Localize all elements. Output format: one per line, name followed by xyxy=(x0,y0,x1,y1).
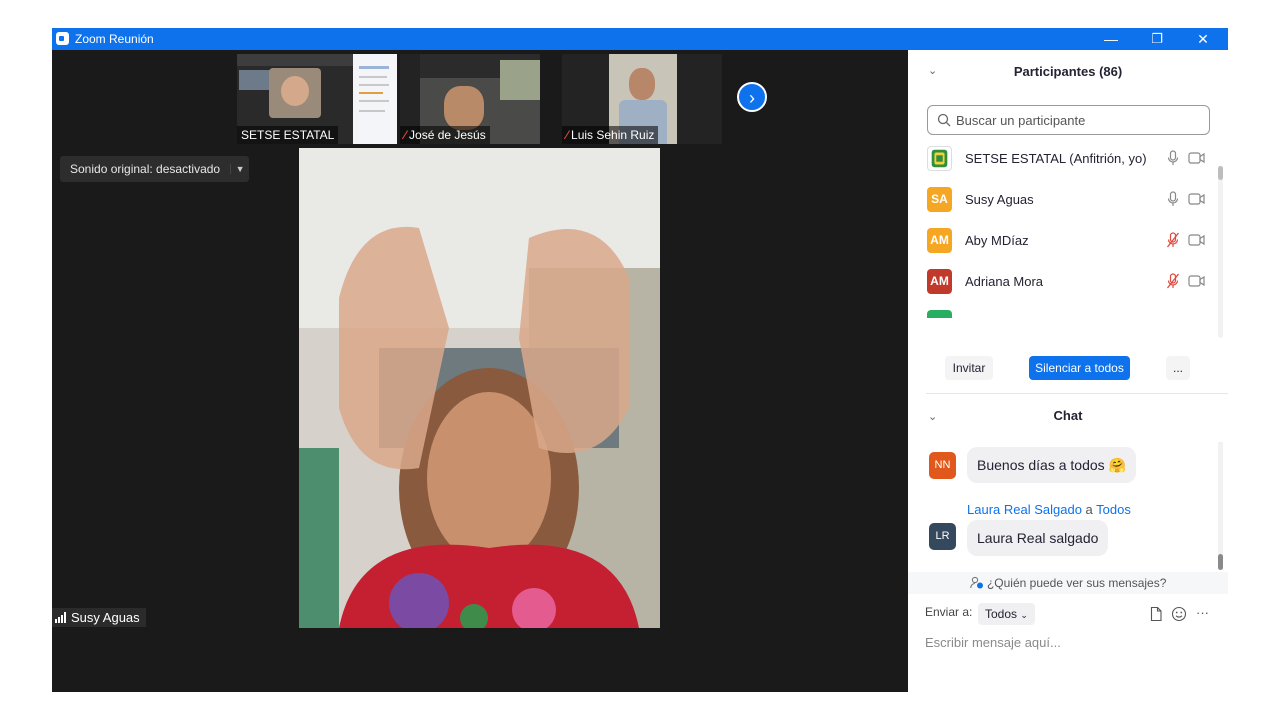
original-sound-toggle[interactable]: Sonido original: desactivado ▼ xyxy=(60,156,250,182)
side-panel: ⌄ Participantes (86) Buscar un participa… xyxy=(908,50,1228,692)
video-camera-icon[interactable] xyxy=(1188,234,1205,246)
chat-avatar: NN xyxy=(929,452,956,479)
thumbnail-name-text: José de Jesús xyxy=(409,128,486,142)
muted-mic-icon: ⁄ xyxy=(566,128,569,142)
participant-name: SETSE ESTATAL (Anfitrión, yo) xyxy=(965,151,1147,166)
participant-list: SETSE ESTATAL (Anfitrión, yo) SA Susy Ag… xyxy=(908,138,1218,318)
chat-avatar: LR xyxy=(929,523,956,550)
message-visibility-bar[interactable]: ¿Quién puede ver sus mensajes? xyxy=(908,572,1228,594)
video-camera-icon[interactable] xyxy=(1188,193,1205,205)
active-speaker-label: Susy Aguas xyxy=(52,608,146,627)
scrollbar-thumb[interactable] xyxy=(1218,554,1223,570)
participant-thumbnail[interactable]: ⁄ Luis Sehin Ruiz xyxy=(562,54,722,144)
chat-message-bubble: Buenos días a todos 🤗 xyxy=(967,447,1136,483)
chat-message-bubble: Laura Real salgado xyxy=(967,520,1109,556)
thumbnail-name-text: Luis Sehin Ruiz xyxy=(571,128,655,142)
bottom-area xyxy=(52,628,908,692)
title-bar: Zoom Reunión — ❐ ✕ xyxy=(52,28,1228,50)
participant-thumbnail[interactable]: ⁄ José de Jesús xyxy=(400,54,540,144)
video-area: SETSE ESTATAL ⁄ José de Jesús ⁄ Luis Sehin… xyxy=(52,50,908,692)
divider xyxy=(926,393,1228,394)
emoji-icon[interactable] xyxy=(1171,606,1187,622)
participant-thumbnail[interactable]: SETSE ESTATAL xyxy=(237,54,397,144)
scrollbar-thumb[interactable] xyxy=(1218,166,1223,180)
video-camera-icon[interactable] xyxy=(1188,152,1205,164)
participant-row[interactable]: SETSE ESTATAL (Anfitrión, yo) xyxy=(908,138,1218,179)
participant-search-input[interactable]: Buscar un participante xyxy=(927,105,1210,135)
video-camera-icon[interactable] xyxy=(1188,275,1205,287)
mute-all-button[interactable]: Silenciar a todos xyxy=(1029,356,1130,380)
invite-button[interactable]: Invitar xyxy=(945,356,993,380)
participants-title: Participantes (86) xyxy=(1013,64,1123,79)
participant-actions: Invitar Silenciar a todos ... xyxy=(908,356,1228,384)
zoom-app-icon xyxy=(56,32,69,45)
who-can-see-text: ¿Quién puede ver sus mensajes? xyxy=(986,576,1167,590)
active-speaker-name: Susy Aguas xyxy=(71,610,140,625)
person-info-icon xyxy=(969,576,983,589)
send-to-label: Enviar a: xyxy=(925,605,973,619)
speaker-video-image xyxy=(299,148,660,628)
recipient-dropdown[interactable]: Todos ⌄ xyxy=(978,603,1035,625)
more-options-button[interactable]: ... xyxy=(1166,356,1190,380)
participant-avatar: SA xyxy=(927,187,952,212)
chevron-down-icon[interactable]: ▼ xyxy=(230,164,249,174)
chat-title: Chat xyxy=(1053,408,1083,423)
participant-avatar: AM xyxy=(927,269,952,294)
thumbnail-name: ⁄ José de Jesús xyxy=(400,126,490,144)
chat-message-text: Buenos días a todos xyxy=(977,457,1105,473)
restore-button[interactable]: ❐ xyxy=(1134,28,1180,50)
signal-strength-icon xyxy=(55,612,66,623)
recipient-value: Todos xyxy=(985,607,1018,621)
chat-connector: a xyxy=(1085,502,1093,517)
thumbnail-name: ⁄ Luis Sehin Ruiz xyxy=(562,126,659,144)
chat-header: ⌄ Chat xyxy=(908,406,1228,430)
muted-mic-icon[interactable] xyxy=(1166,273,1180,289)
chat-sender-name[interactable]: Laura Real Salgado xyxy=(967,502,1082,517)
window-title: Zoom Reunión xyxy=(75,32,154,46)
participant-avatar xyxy=(927,310,952,318)
thumbnail-name: SETSE ESTATAL xyxy=(237,126,339,144)
chat-scrollbar[interactable] xyxy=(1218,442,1223,570)
thumbnail-strip: SETSE ESTATAL ⁄ José de Jesús ⁄ Luis Sehin… xyxy=(52,50,908,146)
participant-row[interactable]: AM Aby MDíaz xyxy=(908,220,1218,261)
participant-row[interactable]: AM Adriana Mora xyxy=(908,261,1218,302)
chat-message-text: Laura Real salgado xyxy=(977,530,1099,546)
more-options-icon[interactable]: ··· xyxy=(1196,605,1209,620)
document-preview-image xyxy=(353,54,397,144)
close-button[interactable]: ✕ xyxy=(1180,28,1226,50)
participant-row[interactable] xyxy=(908,302,1218,318)
chat-compose-input[interactable]: Escribir mensaje aquí... xyxy=(925,635,1061,650)
participant-avatar: AM xyxy=(927,228,952,253)
zoom-window: Zoom Reunión — ❐ ✕ SETSE ESTATAL ⁄ José … xyxy=(52,28,1228,692)
active-speaker-video xyxy=(299,148,660,628)
mic-icon[interactable] xyxy=(1166,150,1180,166)
search-placeholder: Buscar un participante xyxy=(956,112,1086,128)
search-icon xyxy=(937,113,951,127)
muted-mic-icon: ⁄ xyxy=(404,128,407,142)
chat-recipient-name[interactable]: Todos xyxy=(1096,502,1131,517)
participant-name: Susy Aguas xyxy=(965,192,1034,207)
participants-header: ⌄ Participantes (86) xyxy=(908,50,1228,94)
minimize-button[interactable]: — xyxy=(1088,28,1134,50)
participant-name: Aby MDíaz xyxy=(965,233,1029,248)
hugging-face-emoji-icon: 🤗 xyxy=(1108,457,1126,473)
next-page-button[interactable]: › xyxy=(737,82,767,112)
avatar-logo-icon xyxy=(927,146,952,171)
chevron-down-icon: ⌄ xyxy=(1020,610,1028,620)
muted-mic-icon[interactable] xyxy=(1166,232,1180,248)
participant-list-scrollbar[interactable] xyxy=(1218,166,1223,338)
chat-sender-line: Laura Real Salgado a Todos xyxy=(967,502,1131,517)
mic-icon[interactable] xyxy=(1166,191,1180,207)
file-icon[interactable] xyxy=(1148,606,1164,622)
original-sound-label: Sonido original: desactivado xyxy=(70,162,221,176)
participant-name: Adriana Mora xyxy=(965,274,1044,289)
participant-row[interactable]: SA Susy Aguas xyxy=(908,179,1218,220)
